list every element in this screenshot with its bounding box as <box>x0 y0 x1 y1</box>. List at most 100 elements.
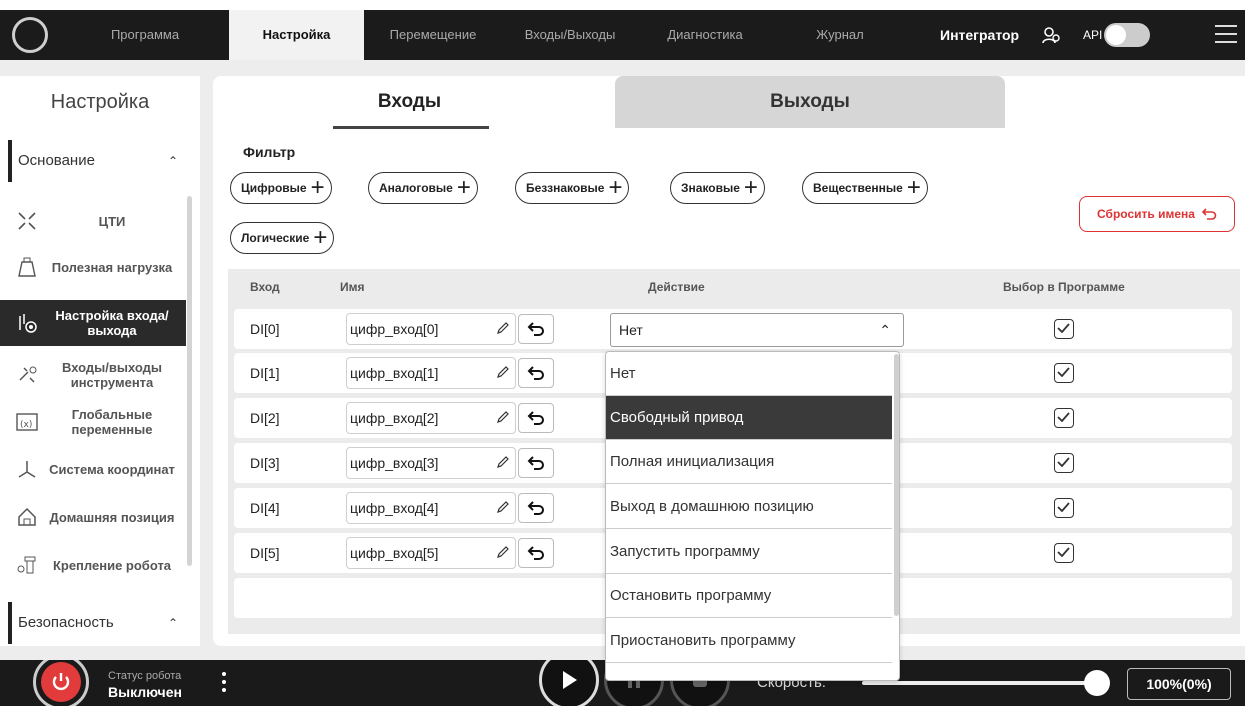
filter-title: Фильтр <box>243 144 296 160</box>
reset-name-button[interactable] <box>518 314 554 344</box>
sidebar-scrollbar[interactable] <box>187 196 192 566</box>
filter-chip-signed[interactable]: Знаковые + <box>670 172 765 204</box>
undo-icon <box>527 366 544 380</box>
tool-io-icon <box>12 363 42 387</box>
robot-status-label: Статус робота <box>108 670 182 682</box>
play-icon <box>563 671 577 689</box>
reset-name-button[interactable] <box>518 403 554 433</box>
name-field[interactable]: цифр_вход[2] <box>346 402 516 434</box>
column-header-program-selection: Выбор в Программе <box>1003 280 1125 294</box>
program-selection-checkbox[interactable] <box>1054 319 1074 339</box>
chevron-up-icon[interactable]: ⌃ <box>168 602 178 644</box>
robot-status-value: Выключен <box>108 684 182 700</box>
filter-chip-real[interactable]: Вещественные + <box>802 172 928 204</box>
user-settings-icon[interactable] <box>1041 25 1061 45</box>
chevron-up-icon[interactable]: ⌃ <box>168 140 178 182</box>
tab-diagnostics[interactable]: Диагностика <box>645 10 765 60</box>
check-icon <box>1057 323 1070 333</box>
speed-value[interactable]: 100%(0%) <box>1127 668 1231 700</box>
pencil-icon[interactable] <box>496 410 510 424</box>
section-base[interactable]: Основание ⌃ <box>8 140 186 182</box>
mount-icon <box>12 553 42 577</box>
user-name[interactable]: Интегратор <box>940 10 1019 60</box>
section-safety[interactable]: Безопасность ⌃ <box>8 602 186 644</box>
dropdown-option[interactable]: Нет <box>606 352 892 396</box>
dropdown-option[interactable]: Запустить программу <box>606 530 892 574</box>
sidebar-item-io-setup[interactable]: Настройка входа/выхода <box>0 300 186 346</box>
tab-log[interactable]: Журнал <box>790 10 890 60</box>
sidebar-item-label: Домашняя позиция <box>49 509 175 525</box>
power-button[interactable] <box>33 660 89 706</box>
name-field[interactable]: цифр_вход[1] <box>346 357 516 389</box>
check-icon <box>1057 502 1070 512</box>
undo-icon <box>1201 208 1217 220</box>
pencil-icon[interactable] <box>496 455 510 469</box>
dropdown-option-highlighted[interactable]: Свободный привод <box>606 396 892 440</box>
tab-inputs[interactable]: Входы <box>213 76 606 128</box>
check-icon <box>1057 367 1070 377</box>
weight-icon <box>12 255 42 279</box>
filter-chip-unsigned[interactable]: Беззнаковые + <box>515 172 630 204</box>
more-options-icon[interactable] <box>222 672 226 696</box>
active-tab-underline <box>333 126 489 129</box>
pencil-icon[interactable] <box>496 321 510 335</box>
dropdown-option[interactable]: Полная инициализация <box>606 440 892 484</box>
sidebar-item-label: Настройка входа/выхода <box>55 308 169 338</box>
reset-name-button[interactable] <box>518 358 554 388</box>
tab-movement[interactable]: Перемещение <box>368 10 498 60</box>
check-icon <box>1057 547 1070 557</box>
plus-icon: + <box>310 174 325 201</box>
section-label: Безопасность <box>18 614 114 631</box>
sidebar-item-mount[interactable]: Крепление робота <box>0 542 186 588</box>
pencil-icon[interactable] <box>496 500 510 514</box>
dropdown-scrollbar[interactable] <box>894 354 899 616</box>
tab-setup[interactable]: Настройка <box>229 10 364 60</box>
sidebar-item-coord-system[interactable]: Система координат <box>0 446 186 492</box>
sidebar-item-payload[interactable]: Полезная нагрузка <box>0 244 186 290</box>
sidebar-item-label: Входы/выходы инструмента <box>62 360 162 390</box>
home-icon <box>12 505 42 529</box>
tab-program[interactable]: Программа <box>70 10 220 60</box>
hamburger-menu-icon[interactable] <box>1215 25 1237 45</box>
play-button[interactable] <box>539 660 599 706</box>
io-settings-icon <box>12 311 42 335</box>
api-toggle[interactable] <box>1104 23 1150 47</box>
program-selection-checkbox[interactable] <box>1054 498 1074 518</box>
program-selection-checkbox[interactable] <box>1054 543 1074 563</box>
pencil-icon[interactable] <box>496 545 510 559</box>
name-field[interactable]: цифр_вход[5] <box>346 537 516 569</box>
program-selection-checkbox[interactable] <box>1054 363 1074 383</box>
reset-name-button[interactable] <box>518 493 554 523</box>
dropdown-option[interactable]: Выход в домашнюю позицию <box>606 485 892 529</box>
svg-text:(x): (x) <box>20 420 32 430</box>
logo-icon[interactable] <box>12 17 48 53</box>
sidebar-item-global-vars[interactable]: (x) Глобальные переменные <box>0 399 186 445</box>
program-selection-checkbox[interactable] <box>1054 408 1074 428</box>
tab-io[interactable]: Входы/Выходы <box>505 10 635 60</box>
sidebar-item-home[interactable]: Домашняя позиция <box>0 494 186 540</box>
tab-outputs[interactable]: Выходы <box>615 76 1005 128</box>
input-id: DI[2] <box>250 410 280 426</box>
name-field[interactable]: цифр_вход[4] <box>346 492 516 524</box>
filter-chip-digital[interactable]: Цифровые + <box>230 172 332 204</box>
sidebar-item-tool-io[interactable]: Входы/выходы инструмента <box>0 352 186 398</box>
sidebar-item-tcp[interactable]: ЦТИ <box>0 198 186 244</box>
reset-names-button[interactable]: Сбросить имена <box>1079 196 1235 232</box>
check-icon <box>1057 457 1070 467</box>
pencil-icon[interactable] <box>496 365 510 379</box>
name-field[interactable]: цифр_вход[0] <box>346 313 516 345</box>
action-select[interactable]: Нет ⌃ <box>610 313 904 347</box>
filter-chip-logical[interactable]: Логические + <box>230 222 335 254</box>
speed-slider-handle[interactable] <box>1084 670 1110 696</box>
dropdown-option[interactable]: Остановить программу <box>606 574 892 618</box>
reset-name-button[interactable] <box>518 448 554 478</box>
filter-chip-analog[interactable]: Аналоговые + <box>368 172 478 204</box>
speed-slider-track[interactable] <box>862 681 1098 685</box>
program-selection-checkbox[interactable] <box>1054 453 1074 473</box>
column-header-action: Действие <box>648 280 705 294</box>
chevron-up-icon: ⌃ <box>879 322 891 338</box>
reset-name-button[interactable] <box>518 538 554 568</box>
plus-icon: + <box>456 174 471 201</box>
name-field[interactable]: цифр_вход[3] <box>346 447 516 479</box>
dropdown-option[interactable]: Приостановить программу <box>606 619 892 663</box>
